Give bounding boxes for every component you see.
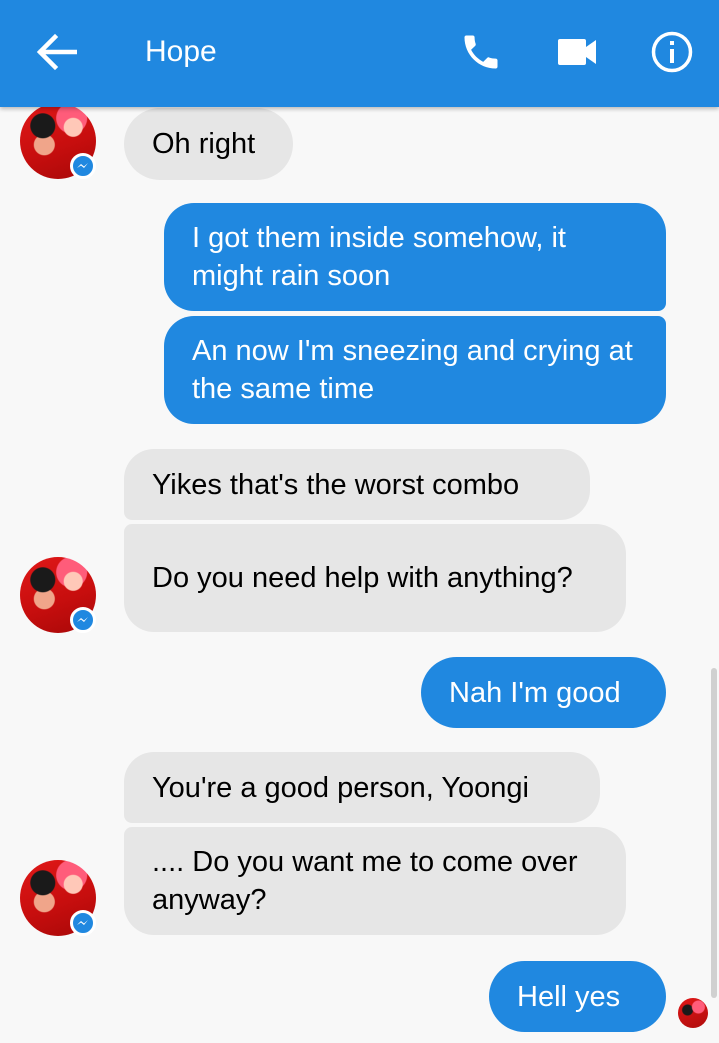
- message-bubble-outgoing[interactable]: I got them inside somehow, it might rain…: [164, 203, 666, 311]
- message-bubble-incoming[interactable]: Do you need help with anything?: [124, 524, 626, 632]
- back-arrow-icon[interactable]: [35, 32, 78, 72]
- phone-icon[interactable]: [459, 30, 503, 74]
- message-bubble-outgoing[interactable]: Hell yes: [489, 961, 666, 1032]
- read-receipt-avatar: [678, 998, 708, 1028]
- conversation-title: Hope: [145, 35, 217, 68]
- messenger-badge-icon: [70, 607, 96, 633]
- messenger-badge-icon: [70, 910, 96, 936]
- messenger-badge-icon: [70, 153, 96, 179]
- message-bubble-incoming[interactable]: Oh right: [124, 108, 293, 180]
- message-bubble-incoming[interactable]: You're a good person, Yoongi: [124, 752, 600, 823]
- message-bubble-incoming[interactable]: Yikes that's the worst combo: [124, 449, 590, 520]
- info-icon[interactable]: [650, 30, 694, 74]
- message-bubble-outgoing[interactable]: Nah I'm good: [421, 657, 666, 728]
- video-camera-icon[interactable]: [556, 37, 598, 67]
- chat-screen: Hope Oh right I got them inside somehow,: [0, 0, 719, 1043]
- message-bubble-incoming[interactable]: .... Do you want me to come over anyway?: [124, 827, 626, 935]
- scrollbar[interactable]: [711, 668, 717, 998]
- message-bubble-outgoing[interactable]: An now I'm sneezing and crying at the sa…: [164, 316, 666, 424]
- app-bar: Hope: [0, 0, 719, 107]
